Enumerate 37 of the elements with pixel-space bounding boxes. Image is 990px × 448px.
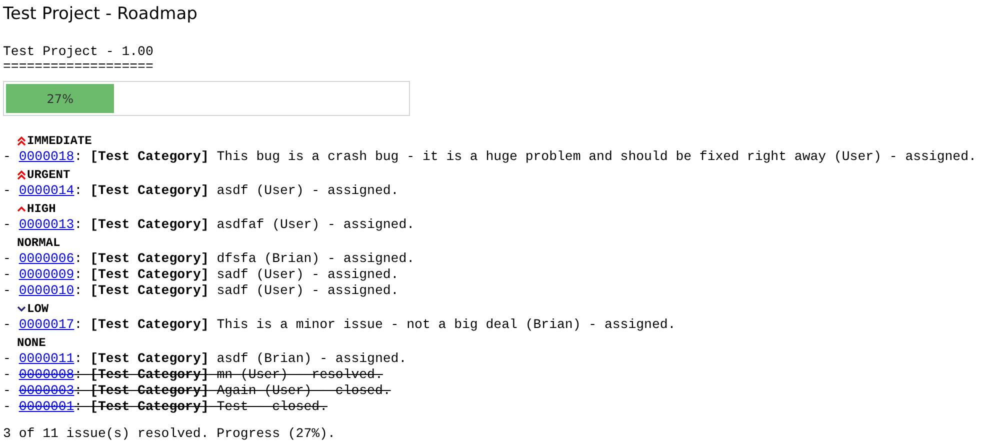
issue-link[interactable]: 0000013 bbox=[18, 217, 74, 232]
heading-underline: =================== bbox=[3, 59, 154, 74]
priority-heading: NORMAL bbox=[17, 236, 60, 250]
issue-line: - 0000013: [Test Category] asdfaf (User) - assigned. bbox=[3, 217, 416, 233]
chevron-up-icon bbox=[17, 206, 26, 212]
issue-line: - 0000017: [Test Category] This is a minor issue - not a big deal (Brian) - assigned. bbox=[3, 317, 677, 333]
issue-line: - 0000018: [Test Category] This bug is a crash bug - it is a huge problem and should be fixed right away (User) - assigned. bbox=[3, 149, 978, 165]
issue-link[interactable]: 0000001 bbox=[18, 399, 74, 414]
priority-heading: LOW bbox=[27, 302, 49, 316]
issue-link[interactable]: 0000011 bbox=[18, 351, 74, 366]
priority-heading: IMMEDIATE bbox=[27, 134, 92, 148]
issue-line: - 0000011: [Test Category] asdf (Brian) - assigned. bbox=[3, 351, 408, 367]
issue-link[interactable]: 0000017 bbox=[18, 317, 74, 332]
issue-line: - 0000001: [Test Category] Test - closed. bbox=[3, 399, 328, 415]
issue-link[interactable]: 0000008 bbox=[18, 367, 74, 382]
issue-link[interactable]: 0000018 bbox=[18, 149, 74, 164]
progress-fill: 27% bbox=[6, 84, 114, 113]
issue-link[interactable]: 0000006 bbox=[18, 251, 74, 266]
progress-summary: 3 of 11 issue(s) resolved. Progress (27%). bbox=[3, 426, 336, 442]
double-chevron-up-icon bbox=[17, 136, 26, 146]
priority-heading: HIGH bbox=[27, 202, 56, 216]
issue-link[interactable]: 0000014 bbox=[18, 183, 74, 198]
chevron-down-icon bbox=[17, 306, 26, 312]
issue-line: - 0000009: [Test Category] sadf (User) - assigned. bbox=[3, 267, 400, 283]
double-chevron-up-icon bbox=[17, 170, 26, 180]
issue-line: - 0000014: [Test Category] asdf (User) - assigned. bbox=[3, 183, 400, 199]
issue-line: - 0000008: [Test Category] mn (User) - resolved. bbox=[3, 367, 384, 383]
issue-link[interactable]: 0000010 bbox=[18, 283, 74, 298]
priority-heading: NONE bbox=[17, 336, 46, 350]
issue-line: - 0000006: [Test Category] dfsfa (Brian) - assigned. bbox=[3, 251, 416, 267]
issue-line: - 0000010: [Test Category] sadf (User) - assigned. bbox=[3, 283, 400, 299]
issue-link[interactable]: 0000003 bbox=[18, 383, 74, 398]
priority-heading: URGENT bbox=[27, 168, 70, 182]
issue-line: - 0000003: [Test Category] Again (User) - closed. bbox=[3, 383, 392, 399]
version-heading: Test Project - 1.00 bbox=[3, 44, 154, 59]
page-title: Test Project - Roadmap bbox=[3, 3, 198, 26]
issue-link[interactable]: 0000009 bbox=[18, 267, 74, 282]
